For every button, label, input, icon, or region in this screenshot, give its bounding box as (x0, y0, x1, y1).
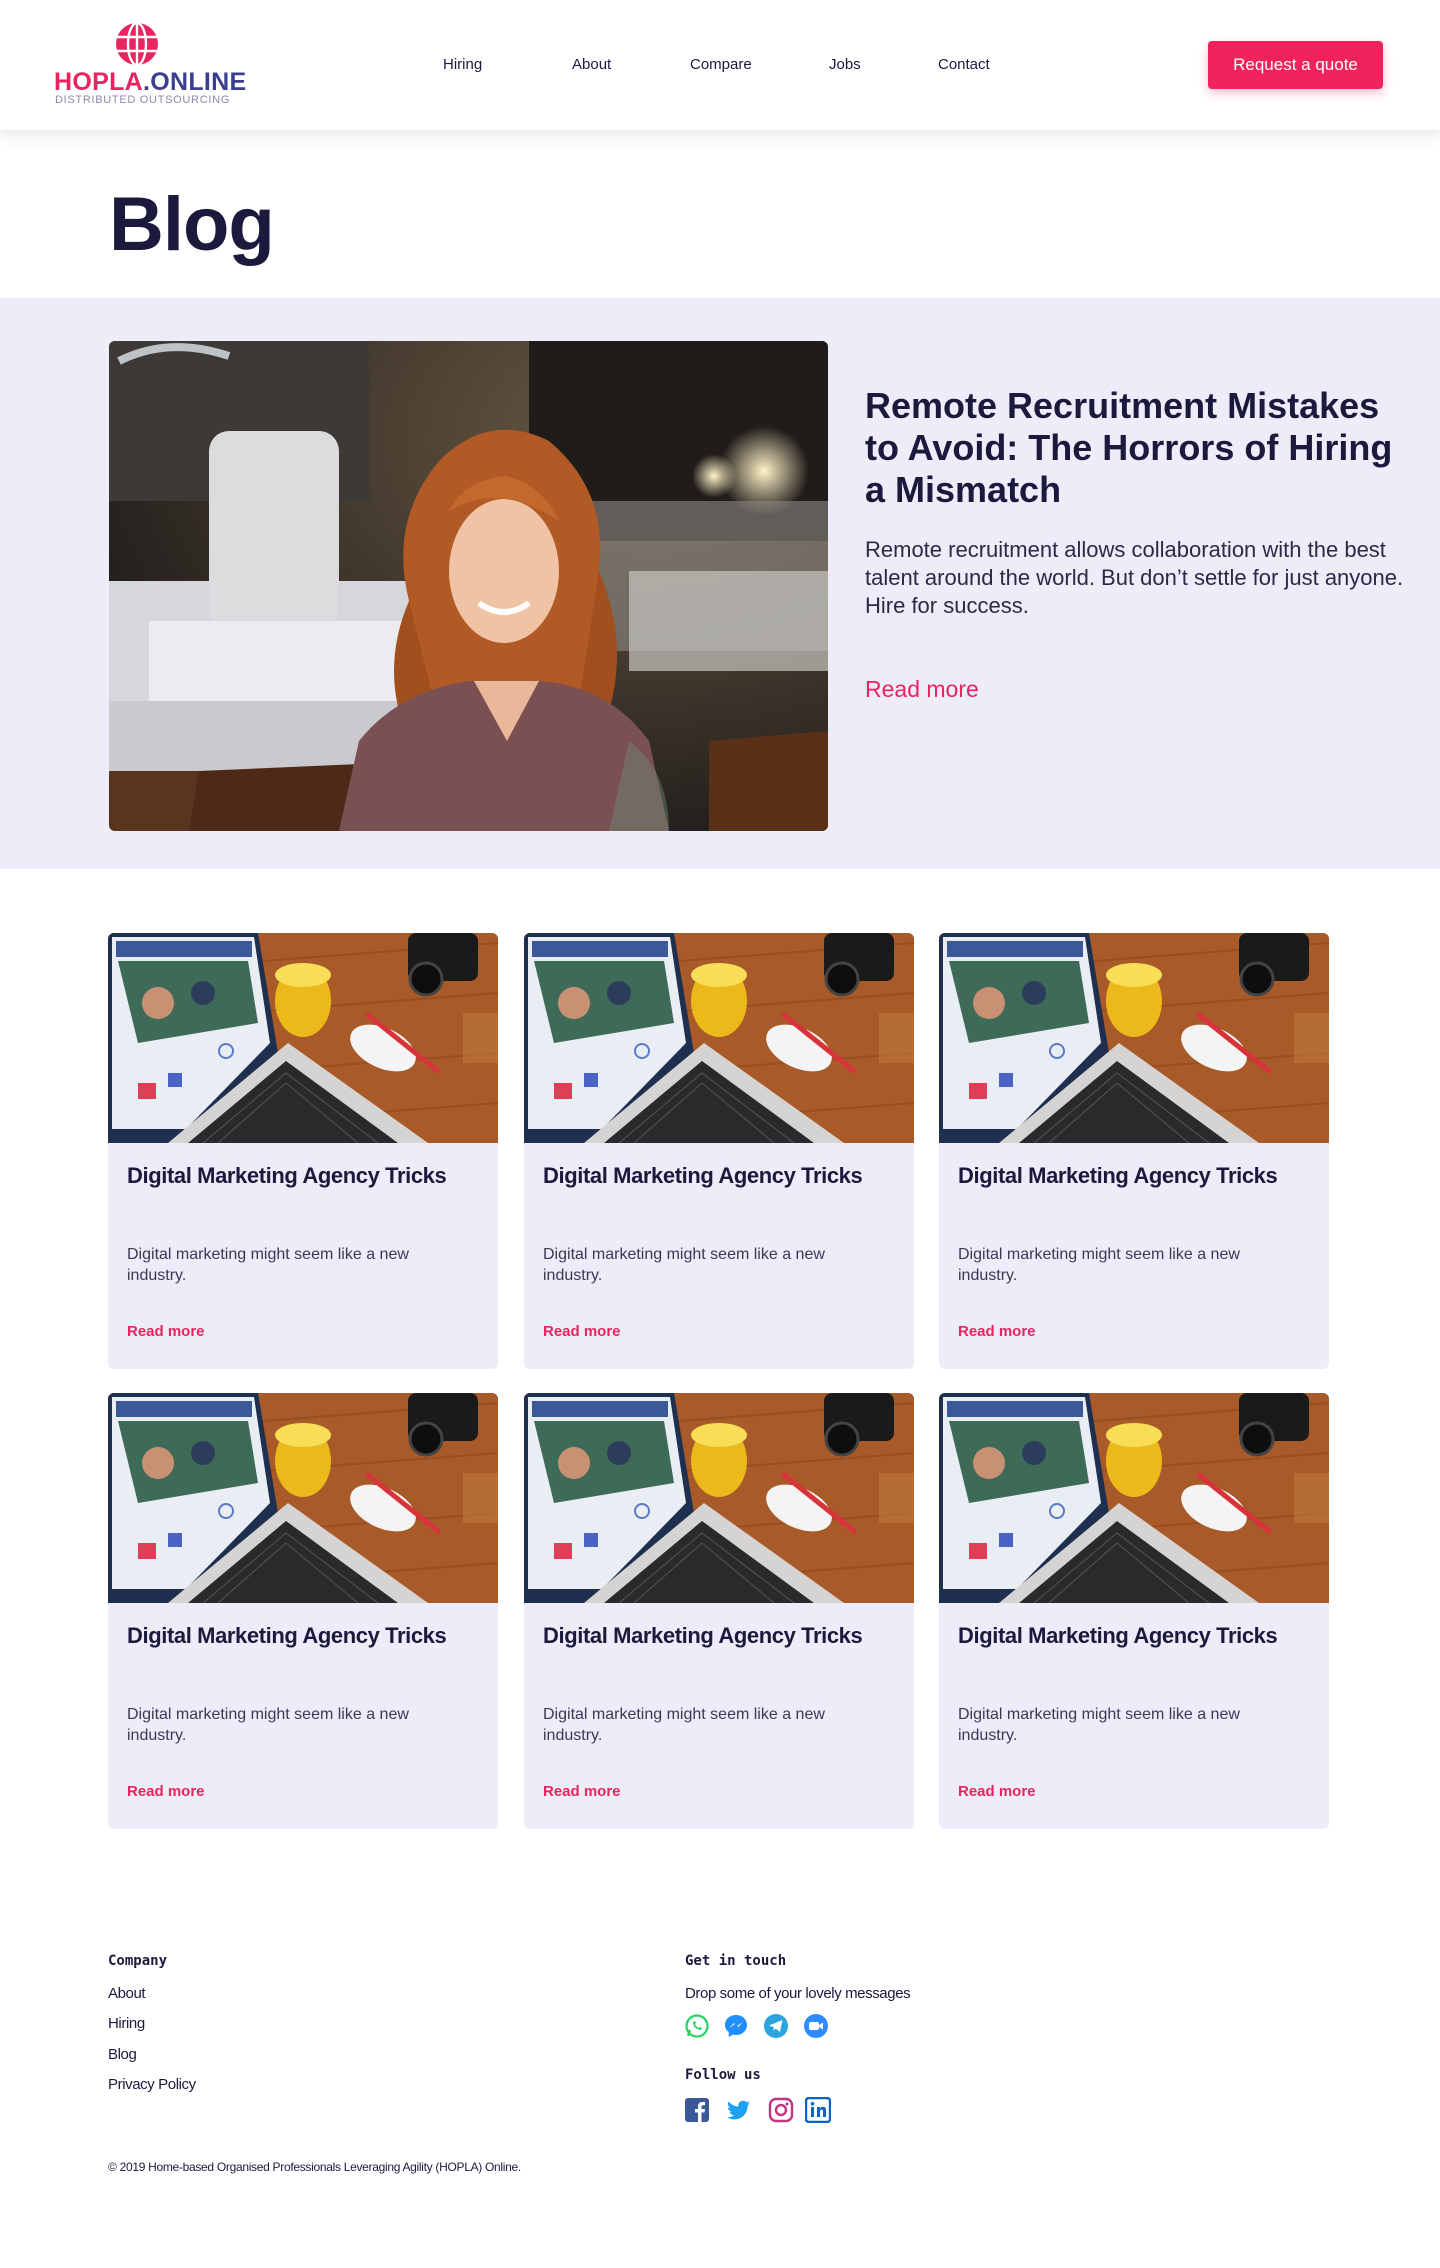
post-card-title[interactable]: Digital Marketing Agency Tricks (543, 1162, 863, 1190)
messenger-icon[interactable] (723, 2013, 749, 2039)
zoom-icon[interactable] (803, 2013, 829, 2039)
post-card[interactable]: Digital Marketing Agency Tricks Digital … (939, 933, 1329, 1369)
footer-link-about[interactable]: About (108, 1985, 146, 2002)
post-card-excerpt: Digital marketing might seem like a new … (543, 1706, 825, 1744)
post-card-read-more[interactable]: Read more (543, 1783, 621, 1800)
logo-wordmark: HOPLA.ONLINE (54, 68, 247, 97)
post-card-title[interactable]: Digital Marketing Agency Tricks (958, 1162, 1278, 1190)
nav-item-about[interactable]: About (572, 56, 611, 73)
post-card-excerpt: Digital marketing might seem like a new … (127, 1706, 409, 1744)
footer-follow-heading: Follow us (685, 2067, 761, 2083)
post-card-excerpt: Digital marketing might seem like a new … (958, 1706, 1240, 1744)
post-card-image (939, 933, 1329, 1143)
featured-post-title[interactable]: Remote Recruitment Mistakes to Avoid: Th… (865, 385, 1405, 511)
post-card-read-more[interactable]: Read more (543, 1323, 621, 1340)
post-card-title[interactable]: Digital Marketing Agency Tricks (543, 1622, 863, 1650)
featured-read-more-link[interactable]: Read more (865, 676, 979, 703)
nav-item-compare[interactable]: Compare (690, 56, 752, 73)
featured-post-image[interactable] (109, 341, 828, 831)
post-card-title[interactable]: Digital Marketing Agency Tricks (127, 1162, 447, 1190)
post-card[interactable]: Digital Marketing Agency Tricks Digital … (108, 1393, 498, 1829)
logo[interactable]: HOPLA.ONLINE DISTRIBUTED OUTSOURCING (54, 22, 246, 108)
post-card-read-more[interactable]: Read more (127, 1323, 205, 1340)
facebook-icon[interactable] (684, 2097, 710, 2123)
page-title: Blog (109, 182, 275, 267)
nav-item-jobs[interactable]: Jobs (829, 56, 861, 73)
whatsapp-icon[interactable] (684, 2013, 710, 2039)
logo-name-part2: .ONLINE (143, 68, 247, 96)
twitter-icon[interactable] (726, 2097, 752, 2123)
globe-icon (116, 22, 158, 66)
post-card-title[interactable]: Digital Marketing Agency Tricks (127, 1622, 447, 1650)
nav-item-hiring[interactable]: Hiring (443, 56, 482, 73)
featured-post-excerpt: Remote recruitment allows collaboration … (865, 537, 1404, 618)
featured-post: Remote Recruitment Mistakes to Avoid: Th… (0, 298, 1440, 869)
copyright-text: © 2019 Home-based Organised Professional… (108, 2160, 521, 2174)
post-card-image (939, 1393, 1329, 1603)
post-card[interactable]: Digital Marketing Agency Tricks Digital … (524, 1393, 914, 1829)
post-card-title[interactable]: Digital Marketing Agency Tricks (958, 1622, 1278, 1650)
linkedin-icon[interactable] (805, 2097, 831, 2123)
post-card-image (524, 933, 914, 1143)
post-card-read-more[interactable]: Read more (958, 1323, 1036, 1340)
nav-item-contact[interactable]: Contact (938, 56, 990, 73)
post-card-read-more[interactable]: Read more (958, 1783, 1036, 1800)
post-card-image (108, 1393, 498, 1603)
instagram-icon[interactable] (768, 2097, 794, 2123)
post-card-image (524, 1393, 914, 1603)
footer-contact-heading: Get in touch (685, 1953, 787, 1969)
logo-tagline: DISTRIBUTED OUTSOURCING (55, 94, 230, 106)
woman-photo (109, 341, 828, 831)
site-header: HOPLA.ONLINE DISTRIBUTED OUTSOURCING Hir… (0, 0, 1440, 130)
post-card[interactable]: Digital Marketing Agency Tricks Digital … (524, 933, 914, 1369)
post-card-excerpt: Digital marketing might seem like a new … (127, 1246, 409, 1284)
post-card-image (108, 933, 498, 1143)
post-card[interactable]: Digital Marketing Agency Tricks Digital … (108, 933, 498, 1369)
post-card-excerpt: Digital marketing might seem like a new … (958, 1246, 1240, 1284)
telegram-icon[interactable] (763, 2013, 789, 2039)
footer-contact-text: Drop some of your lovely messages (685, 1985, 911, 2002)
logo-name-part1: HOPLA (54, 68, 143, 96)
footer-company-heading: Company (108, 1953, 168, 1969)
footer-link-blog[interactable]: Blog (108, 2046, 137, 2063)
request-quote-button[interactable]: Request a quote (1208, 41, 1383, 89)
footer-link-privacy-policy[interactable]: Privacy Policy (108, 2076, 196, 2093)
footer-link-hiring[interactable]: Hiring (108, 2015, 145, 2032)
post-card-excerpt: Digital marketing might seem like a new … (543, 1246, 825, 1284)
post-card-read-more[interactable]: Read more (127, 1783, 205, 1800)
post-card[interactable]: Digital Marketing Agency Tricks Digital … (939, 1393, 1329, 1829)
